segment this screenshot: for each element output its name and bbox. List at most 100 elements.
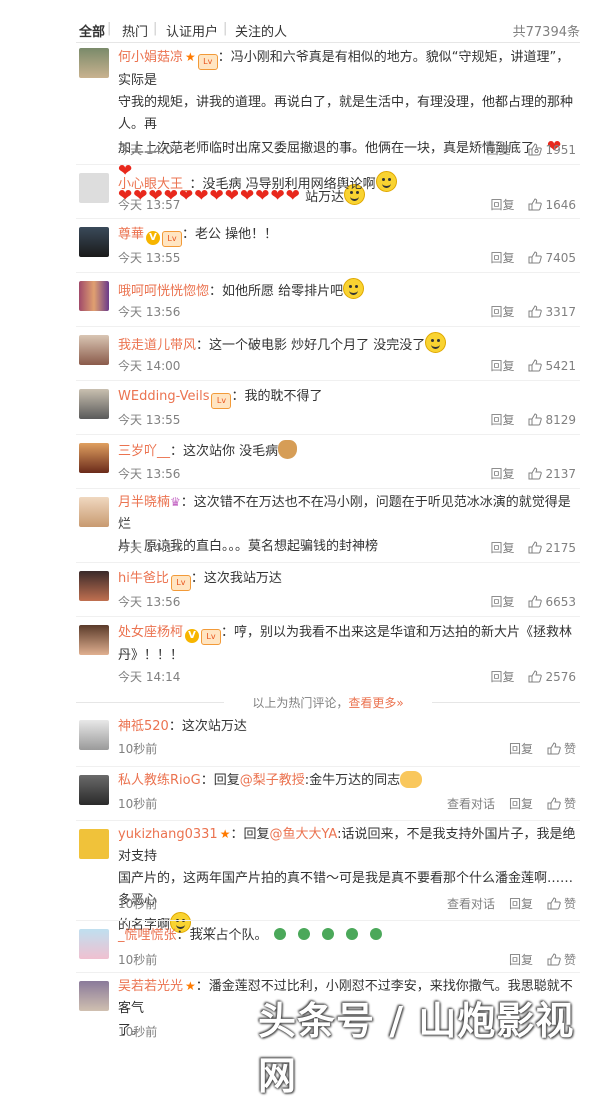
reply-button[interactable]: 回复 xyxy=(487,143,511,157)
username[interactable]: 神祗520 xyxy=(118,719,169,734)
avatar[interactable] xyxy=(79,720,109,750)
comment-item: 私人教练RioG：回复@梨子教授:金牛万达的同志 10秒前 查看对话 回复 赞 xyxy=(76,766,580,819)
comment-item: 哦呵呵恍恍惚惚：如他所愿 给零排片吧 今天 13:56 回复 3317 xyxy=(76,272,580,325)
tab-all[interactable]: 全部 xyxy=(79,21,105,40)
comment-text: 我走道儿带风：这一个破电影 炒好几个月了 没完没了 xyxy=(118,332,576,357)
like-button[interactable]: 6653 xyxy=(528,595,576,609)
level-badge-icon: Lv xyxy=(201,629,222,645)
reply-button[interactable]: 回复 xyxy=(490,251,514,265)
thumbs-up-icon xyxy=(547,897,561,910)
like-button[interactable]: 赞 xyxy=(547,953,576,967)
username[interactable]: 月半晓楠 xyxy=(118,495,170,510)
like-button[interactable]: 7405 xyxy=(528,251,576,265)
username[interactable]: 三岁吖__ xyxy=(118,444,170,459)
comment-actions: 回复 5421 xyxy=(476,357,576,374)
username[interactable]: WEdding-Veils xyxy=(118,389,209,404)
hot-comments-divider: 以上为热门评论，查看更多» xyxy=(76,694,580,711)
watermark: 头条号 / 山炮影视网 xyxy=(258,999,575,1098)
comment-line: ：这一个破电影 炒好几个月了 没完没了 xyxy=(196,338,426,353)
comment-actions: 回复 6653 xyxy=(476,593,576,610)
reply-button[interactable]: 回复 xyxy=(509,953,533,967)
tab-hot[interactable]: 热门 xyxy=(122,21,148,40)
avatar[interactable] xyxy=(79,48,109,78)
star-icon: ★ xyxy=(219,827,231,841)
like-button[interactable]: 2137 xyxy=(528,467,576,481)
username[interactable]: 私人教练RioG xyxy=(118,773,201,788)
username[interactable]: 我走道儿带风 xyxy=(118,338,196,353)
star-icon: ★ xyxy=(185,979,196,993)
comment-time: 今天 13:56 xyxy=(118,305,181,319)
username[interactable]: 哦呵呵恍恍惚惚 xyxy=(118,284,209,299)
level-badge-icon: Lv xyxy=(197,54,218,70)
reply-button[interactable]: 回复 xyxy=(490,670,514,684)
comment-item: 我走道儿带风：这一个破电影 炒好几个月了 没完没了 今天 14:00 回复 542… xyxy=(76,326,580,379)
username[interactable]: 处女座杨柯 xyxy=(118,625,183,640)
like-label: 赞 xyxy=(563,897,576,911)
reply-button[interactable]: 回复 xyxy=(490,541,514,555)
username[interactable]: _慌哩慌张 xyxy=(118,928,177,943)
like-button[interactable]: 2175 xyxy=(528,541,576,555)
reply-button[interactable]: 回复 xyxy=(490,467,514,481)
like-button[interactable]: 1951 xyxy=(528,143,576,157)
like-button[interactable]: 5421 xyxy=(528,359,576,373)
mention-link[interactable]: @鱼大大YA xyxy=(269,827,337,842)
tab-following[interactable]: 关注的人 xyxy=(235,21,287,40)
like-button[interactable]: 赞 xyxy=(547,897,576,911)
avatar[interactable] xyxy=(79,829,109,859)
avatar[interactable] xyxy=(79,281,109,311)
mention-link[interactable]: @梨子教授 xyxy=(240,773,305,788)
frog-emoji-icon xyxy=(369,928,382,940)
avatar[interactable] xyxy=(79,775,109,805)
view-conversation-button[interactable]: 查看对话 xyxy=(447,797,495,811)
comment-actions: 查看对话 回复 赞 xyxy=(433,795,576,812)
like-button[interactable]: 1646 xyxy=(528,198,576,212)
view-conversation-button[interactable]: 查看对话 xyxy=(447,897,495,911)
comment-actions: 回复 2576 xyxy=(476,668,576,685)
frog-emoji-icon xyxy=(273,928,286,940)
comment-item: 小心眼大王_：没毛病 冯导别利用网络舆论啊 今天 13:57 回复 1646 xyxy=(76,164,580,217)
reply-button[interactable]: 回复 xyxy=(490,305,514,319)
comment-time: 10秒前 xyxy=(118,742,158,756)
username[interactable]: 小心眼大王_ xyxy=(118,177,190,192)
like-label: 赞 xyxy=(563,797,576,811)
smile-emoji-icon xyxy=(375,171,397,192)
avatar[interactable] xyxy=(79,173,109,203)
reply-button[interactable]: 回复 xyxy=(509,742,533,756)
username[interactable]: 何小娟菇凉 xyxy=(118,50,183,65)
avatar[interactable] xyxy=(79,625,109,655)
comment-time: 今天 14:07 xyxy=(118,143,181,157)
like-button[interactable]: 3317 xyxy=(528,305,576,319)
avatar[interactable] xyxy=(79,389,109,419)
see-more-link[interactable]: 查看更多» xyxy=(348,696,403,710)
like-count: 3317 xyxy=(545,305,576,319)
avatar[interactable] xyxy=(79,497,109,527)
comment-text: 三岁吖__：这次站你 没毛病 xyxy=(118,440,576,463)
reply-button[interactable]: 回复 xyxy=(490,198,514,212)
like-button[interactable]: 2576 xyxy=(528,670,576,684)
avatar[interactable] xyxy=(79,335,109,365)
like-button[interactable]: 赞 xyxy=(547,797,576,811)
avatar[interactable] xyxy=(79,227,109,257)
tab-verified[interactable]: 认证用户 xyxy=(166,21,218,40)
like-button[interactable]: 8129 xyxy=(528,413,576,427)
avatar[interactable] xyxy=(79,981,109,1011)
username[interactable]: 尊華 xyxy=(118,227,144,242)
avatar[interactable] xyxy=(79,929,109,959)
username[interactable]: 吴若若光光 xyxy=(118,979,183,994)
verified-v-icon: V xyxy=(146,231,161,245)
reply-button[interactable]: 回复 xyxy=(490,413,514,427)
like-count: 6653 xyxy=(545,595,576,609)
comment-line: ：我的耽不得了 xyxy=(231,389,323,404)
like-count: 1951 xyxy=(545,143,576,157)
reply-button[interactable]: 回复 xyxy=(490,359,514,373)
thumbs-up-icon xyxy=(528,467,543,480)
username[interactable]: hi牛爸比 xyxy=(118,571,169,586)
username[interactable]: yukizhang0331 xyxy=(118,827,218,842)
avatar[interactable] xyxy=(79,571,109,601)
reply-button[interactable]: 回复 xyxy=(490,595,514,609)
like-button[interactable]: 赞 xyxy=(547,742,576,756)
reply-button[interactable]: 回复 xyxy=(509,797,533,811)
avatar[interactable] xyxy=(79,443,109,473)
reply-button[interactable]: 回复 xyxy=(509,897,533,911)
thumbs-up-icon xyxy=(528,413,543,426)
